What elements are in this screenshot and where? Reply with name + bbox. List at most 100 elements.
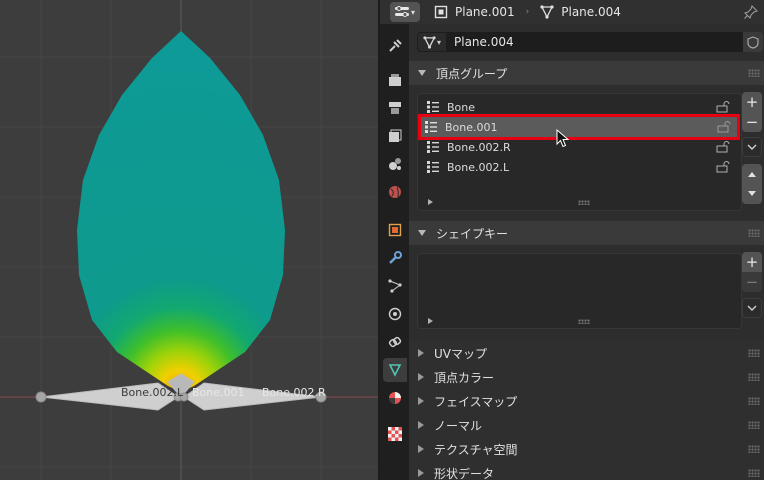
vertex-group-name: Bone.001 <box>445 120 498 134</box>
chevron-down-icon <box>747 305 757 311</box>
filter-options-toggle-icon[interactable] <box>428 318 433 324</box>
vertex-group-name: Bone <box>447 100 476 114</box>
collapsed-arrow-icon <box>418 445 424 453</box>
triangle-up-icon <box>748 172 756 177</box>
chevron-down-icon <box>747 144 757 150</box>
browse-mesh-button[interactable]: ▾ <box>417 32 447 52</box>
move-up-button[interactable] <box>742 164 762 184</box>
vertex-group-name: Bone.002.R <box>447 140 511 154</box>
expand-arrow-icon <box>418 70 426 76</box>
shape-key-specials-button[interactable] <box>742 298 762 318</box>
tab-tool[interactable] <box>383 34 407 58</box>
expand-arrow-icon <box>418 230 426 236</box>
panel-title: フェイスマップ <box>434 394 518 409</box>
panel-title: 形状データ <box>434 466 495 480</box>
collapsed-arrow-icon <box>418 469 424 477</box>
collapsed-arrow-icon <box>418 349 424 357</box>
drag-grip-icon[interactable] <box>748 69 760 77</box>
tab-material[interactable] <box>383 386 407 410</box>
geometry-data-panel-header[interactable]: 形状データ <box>409 461 764 480</box>
mouse-cursor-icon <box>556 129 570 148</box>
remove-vertex-group-button[interactable]: − <box>742 112 762 132</box>
tab-scene[interactable] <box>383 152 407 176</box>
unlock-icon[interactable] <box>716 141 730 153</box>
triangle-down-icon <box>748 191 756 196</box>
material-icon <box>389 392 401 404</box>
breadcrumb-separator-icon: › <box>525 7 530 17</box>
unlock-icon[interactable] <box>716 101 730 113</box>
unlock-icon[interactable] <box>717 121 731 133</box>
editor-type-button[interactable]: ▾ <box>390 2 420 22</box>
drag-grip-icon[interactable] <box>748 421 760 429</box>
list-resize-grip-icon[interactable] <box>578 200 590 205</box>
drag-grip-icon[interactable] <box>748 229 760 237</box>
add-shape-key-button[interactable]: + <box>742 252 762 272</box>
list-item-selected[interactable]: Bone.001 <box>418 114 740 140</box>
properties-header: ▾ Plane.001 › Plane.004 <box>380 0 764 24</box>
object-icon <box>388 223 402 237</box>
tab-modifiers[interactable] <box>383 246 407 270</box>
texture-space-panel-header[interactable]: テクスチャ空間 <box>409 437 764 461</box>
output-icon <box>389 102 401 114</box>
vertex-colors-panel-header[interactable]: 頂点カラー <box>409 365 764 389</box>
drag-grip-icon[interactable] <box>748 445 760 453</box>
vertex-groups-panel-header[interactable]: 頂点グループ <box>409 61 764 85</box>
drag-grip-icon[interactable] <box>748 397 760 405</box>
bone-joint <box>35 391 47 403</box>
breadcrumb-mesh-name: Plane.004 <box>561 5 621 19</box>
face-maps-panel-header[interactable]: フェイスマップ <box>409 389 764 413</box>
collapsed-arrow-icon <box>418 421 424 429</box>
render-icon <box>389 74 401 86</box>
vertex-group-specials-button[interactable] <box>742 137 762 157</box>
tab-world[interactable] <box>383 180 407 204</box>
drag-grip-icon[interactable] <box>748 469 760 477</box>
collapsed-arrow-icon <box>418 397 424 405</box>
remove-shape-key-button[interactable]: − <box>742 272 762 292</box>
panel-title: テクスチャ空間 <box>434 442 518 457</box>
add-vertex-group-button[interactable]: + <box>742 92 762 112</box>
tab-object[interactable] <box>383 218 407 242</box>
mesh-leaf <box>77 31 285 392</box>
shape-keys-panel-header[interactable]: シェイプキー <box>409 221 764 245</box>
tab-render[interactable] <box>383 68 407 92</box>
mesh-data-icon <box>388 364 402 377</box>
shape-keys-list[interactable] <box>417 253 742 329</box>
vertex-groups-title: 頂点グループ <box>436 66 508 81</box>
pin-icon[interactable] <box>744 5 758 19</box>
tool-icon <box>389 39 402 52</box>
bone-label-002-l: Bone.002.L <box>121 386 184 399</box>
physics-icon <box>388 307 402 321</box>
fake-user-button[interactable] <box>743 32 763 52</box>
shape-keys-title: シェイプキー <box>436 226 509 241</box>
tab-constraints[interactable] <box>383 330 407 354</box>
breadcrumb-object-name: Plane.001 <box>455 5 515 19</box>
tab-output[interactable] <box>383 96 407 120</box>
list-item[interactable]: Bone <box>423 97 736 117</box>
unlock-icon[interactable] <box>716 161 730 173</box>
view-layer-icon <box>389 129 402 142</box>
move-down-button[interactable] <box>742 184 762 204</box>
mesh-data-icon <box>423 35 436 49</box>
list-item[interactable]: Bone.002.L <box>423 157 736 177</box>
list-resize-grip-icon[interactable] <box>578 319 590 324</box>
constraints-icon <box>388 336 402 348</box>
properties-content: ▾ Plane.004 頂点グループ Bone Bone.001 Bone.00… <box>409 24 764 480</box>
uv-maps-panel-header[interactable]: UVマップ <box>409 341 764 365</box>
vertex-group-icon <box>427 161 439 173</box>
tab-view-layer[interactable] <box>383 124 407 148</box>
drag-grip-icon[interactable] <box>748 373 760 381</box>
tab-physics[interactable] <box>383 302 407 326</box>
filter-options-toggle-icon[interactable] <box>428 199 433 205</box>
panel-title: UVマップ <box>434 346 487 361</box>
3d-viewport[interactable]: Bone.002.L Bone.001 Bone.002.R <box>0 0 378 480</box>
tab-texture[interactable] <box>383 422 407 446</box>
mesh-name-field[interactable]: Plane.004 <box>447 32 743 52</box>
tab-particles[interactable] <box>383 274 407 298</box>
vertex-groups-list[interactable]: Bone Bone.001 Bone.002.R Bone.002.L <box>417 93 742 211</box>
drag-grip-icon[interactable] <box>748 349 760 357</box>
list-item[interactable]: Bone.002.R <box>423 137 736 157</box>
normals-panel-header[interactable]: ノーマル <box>409 413 764 437</box>
tab-object-data[interactable] <box>383 358 407 382</box>
vertex-group-name: Bone.002.L <box>447 160 510 174</box>
panel-title: ノーマル <box>434 418 483 433</box>
